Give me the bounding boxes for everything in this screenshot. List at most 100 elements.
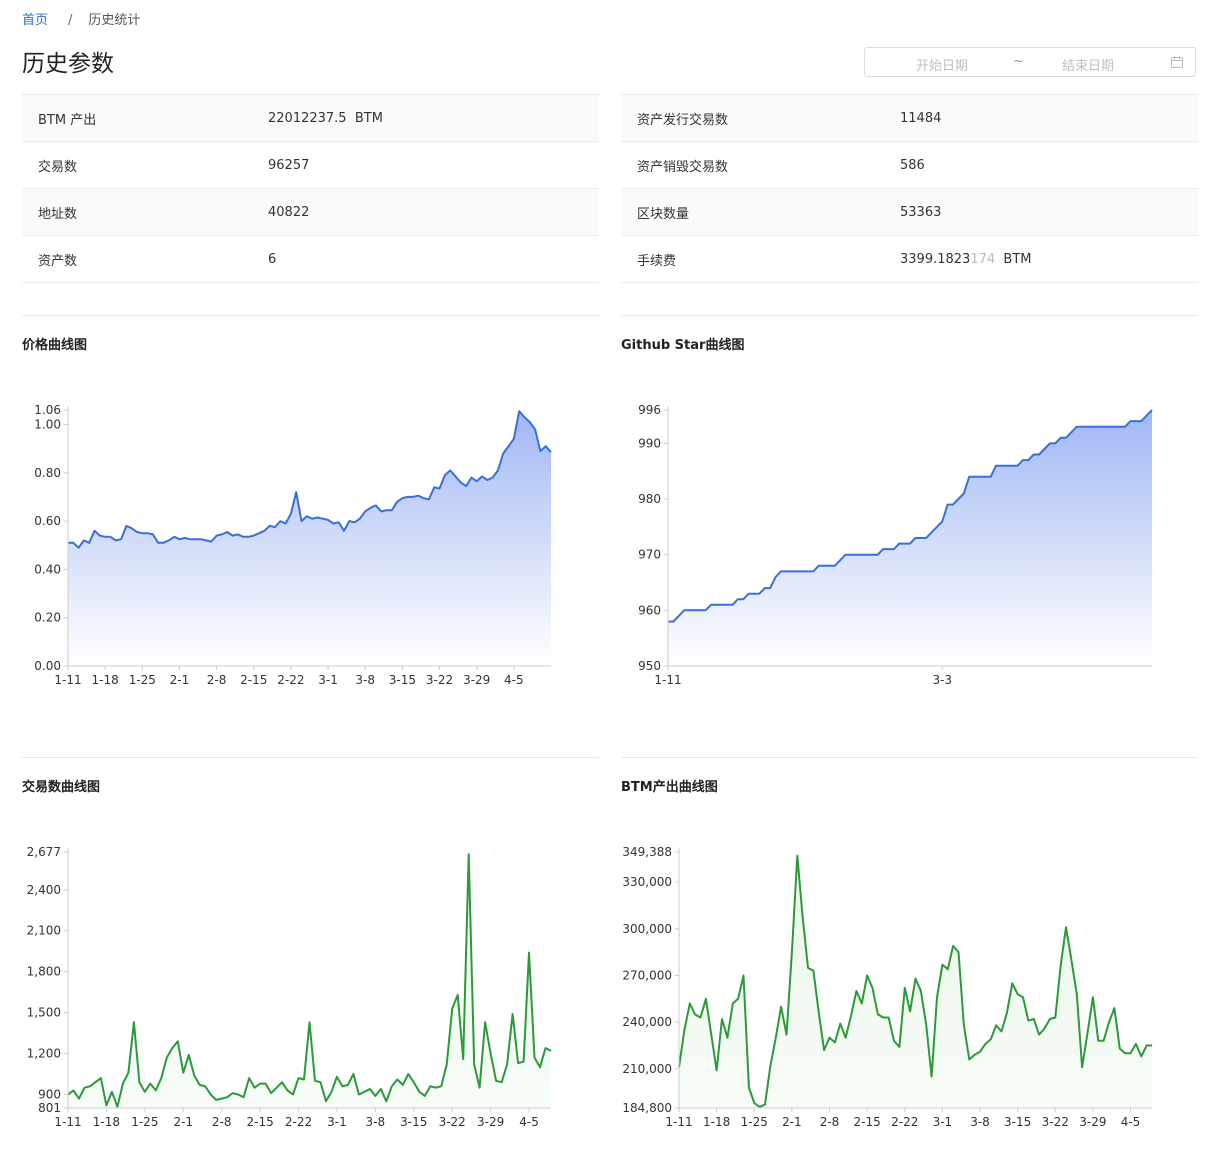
section-divider xyxy=(22,757,599,758)
stat-row-tx-count: 交易数 96257 xyxy=(22,141,599,189)
x-tick-label: 3-1 xyxy=(327,1115,347,1129)
x-tick-label: 2-22 xyxy=(891,1115,918,1129)
breadcrumb-current: 历史统计 xyxy=(88,13,141,28)
x-tick-label: 3-29 xyxy=(1079,1115,1106,1129)
x-tick-label: 1-25 xyxy=(129,673,156,687)
x-tick-label: 1-25 xyxy=(741,1115,768,1129)
series-area xyxy=(68,854,551,1108)
y-tick-label: 2,100 xyxy=(27,924,61,938)
x-tick-label: 3-1 xyxy=(318,673,338,687)
y-tick-label: 2,677 xyxy=(27,845,61,859)
x-tick-label: 1-25 xyxy=(131,1115,158,1129)
price-chart[interactable]: 0.00 0.20 0.40 0.60 0.80 1.001.06 1-11 1-18 1-25… xyxy=(0,380,600,700)
x-tick-label: 3-22 xyxy=(439,1115,466,1129)
x-tick-label: 2-8 xyxy=(820,1115,840,1129)
btm-chart-title: BTM产出曲线图 xyxy=(621,780,718,795)
stat-value: 11484 xyxy=(900,94,1198,142)
y-tick-label: 1,800 xyxy=(27,965,61,979)
stat-row-asset-count: 资产数 6 xyxy=(22,235,599,283)
end-date-input[interactable]: 结束日期 xyxy=(1062,55,1114,74)
x-tick-label: 2-1 xyxy=(173,1115,193,1129)
x-tick-label: 4-5 xyxy=(519,1115,539,1129)
stat-value: 96257 xyxy=(268,141,599,189)
y-tick-label: 0.40 xyxy=(34,562,61,576)
stat-row-asset-burn-tx: 资产销毁交易数 586 xyxy=(621,141,1198,189)
stat-label: 资产发行交易数 xyxy=(621,94,900,142)
y-tick-label: 0.20 xyxy=(34,611,61,625)
x-tick-label: 3-8 xyxy=(366,1115,386,1129)
x-tick-label: 3-22 xyxy=(1042,1115,1069,1129)
date-range-picker[interactable]: 开始日期 ~ 结束日期 xyxy=(864,47,1196,77)
x-tick-label: 3-29 xyxy=(463,673,490,687)
stat-label: 区块数量 xyxy=(621,188,900,236)
stat-value: 53363 xyxy=(900,188,1198,236)
y-tick-label: 1.00 xyxy=(34,417,61,431)
x-tick-label: 2-1 xyxy=(782,1115,802,1129)
section-divider xyxy=(621,315,1198,316)
fee-value-dim: 174 xyxy=(970,251,996,267)
calendar-icon[interactable] xyxy=(1171,56,1183,68)
star-chart[interactable]: 950 960 970 980 990 996 1-11 3-3 xyxy=(600,380,1200,700)
stat-row-asset-issue-tx: 资产发行交易数 11484 xyxy=(621,94,1198,142)
fee-value-unit: BTM xyxy=(995,251,1032,267)
breadcrumb-home-link[interactable]: 首页 xyxy=(22,13,48,28)
start-date-input[interactable]: 开始日期 xyxy=(916,55,968,74)
stat-label: BTM 产出 xyxy=(22,94,268,142)
stat-label: 资产数 xyxy=(22,235,268,283)
y-tick-label: 240,000 xyxy=(622,1015,672,1029)
x-tick-label: 2-22 xyxy=(285,1115,312,1129)
x-tick-label: 2-22 xyxy=(277,673,304,687)
y-tick-label: 330,000 xyxy=(622,875,672,889)
stat-row-btm-output: BTM 产出 22012237.5 BTM xyxy=(22,94,599,142)
stat-value: 6 xyxy=(268,235,599,283)
x-tick-label: 3-15 xyxy=(400,1115,427,1129)
section-divider xyxy=(22,315,599,316)
x-tick-label: 1-11 xyxy=(654,673,681,687)
x-tick-label: 3-22 xyxy=(426,673,453,687)
y-tick-label: 950 xyxy=(638,659,661,673)
y-tick-label: 1,500 xyxy=(27,1006,61,1020)
stat-row-fee: 手续费 3399.1823174 BTM xyxy=(621,235,1198,283)
x-tick-label: 3-8 xyxy=(355,673,375,687)
y-tick-label: 349,388 xyxy=(622,845,672,859)
breadcrumb: 首页 / 历史统计 xyxy=(22,9,140,28)
stat-label: 交易数 xyxy=(22,141,268,189)
x-tick-label: 3-15 xyxy=(1004,1115,1031,1129)
x-tick-label: 1-11 xyxy=(665,1115,692,1129)
x-tick-label: 3-15 xyxy=(389,673,416,687)
x-tick-label: 3-8 xyxy=(970,1115,990,1129)
y-tick-label: 270,000 xyxy=(622,968,672,982)
breadcrumb-separator: / xyxy=(68,13,73,28)
stats-table-left: BTM 产出 22012237.5 BTM 交易数 96257 地址数 4082… xyxy=(22,94,599,283)
btm-chart[interactable]: 184,800 210,000 240,000 270,000 300,000 330,0… xyxy=(600,822,1200,1132)
y-tick-label: 1.06 xyxy=(34,403,61,417)
star-chart-title: Github Star曲线图 xyxy=(621,338,745,353)
stat-label: 资产销毁交易数 xyxy=(621,141,900,189)
stat-label: 地址数 xyxy=(22,188,268,236)
fee-value-main: 3399.1823 xyxy=(900,251,971,267)
page-title: 历史参数 xyxy=(22,51,114,77)
stat-value: 40822 xyxy=(268,188,599,236)
section-divider xyxy=(621,757,1198,758)
stat-row-block-count: 区块数量 53363 xyxy=(621,188,1198,236)
x-tick-label: 3-1 xyxy=(933,1115,953,1129)
date-range-separator: ~ xyxy=(1013,54,1024,69)
y-tick-label: 0.80 xyxy=(34,466,61,480)
stat-value: 3399.1823174 BTM xyxy=(900,235,1198,283)
x-tick-label: 1-18 xyxy=(703,1115,730,1129)
y-tick-label: 184,800 xyxy=(622,1101,672,1115)
x-tick-label: 2-15 xyxy=(854,1115,881,1129)
x-tick-label: 4-5 xyxy=(504,673,524,687)
y-tick-label: 970 xyxy=(638,548,661,562)
series-area xyxy=(668,410,1152,666)
y-tick-label: 990 xyxy=(638,436,661,450)
x-tick-label: 2-8 xyxy=(207,673,227,687)
stat-value: 22012237.5 BTM xyxy=(268,94,599,142)
series-area xyxy=(68,411,551,666)
tx-chart-title: 交易数曲线图 xyxy=(22,780,101,795)
tx-chart[interactable]: 801900 1,200 1,500 1,800 2,100 2,400 2,677 1-11… xyxy=(0,822,600,1132)
y-tick-label: 0.60 xyxy=(34,514,61,528)
x-tick-label: 1-18 xyxy=(93,1115,120,1129)
y-tick-label: 0.00 xyxy=(34,659,61,673)
x-tick-label: 3-29 xyxy=(477,1115,504,1129)
